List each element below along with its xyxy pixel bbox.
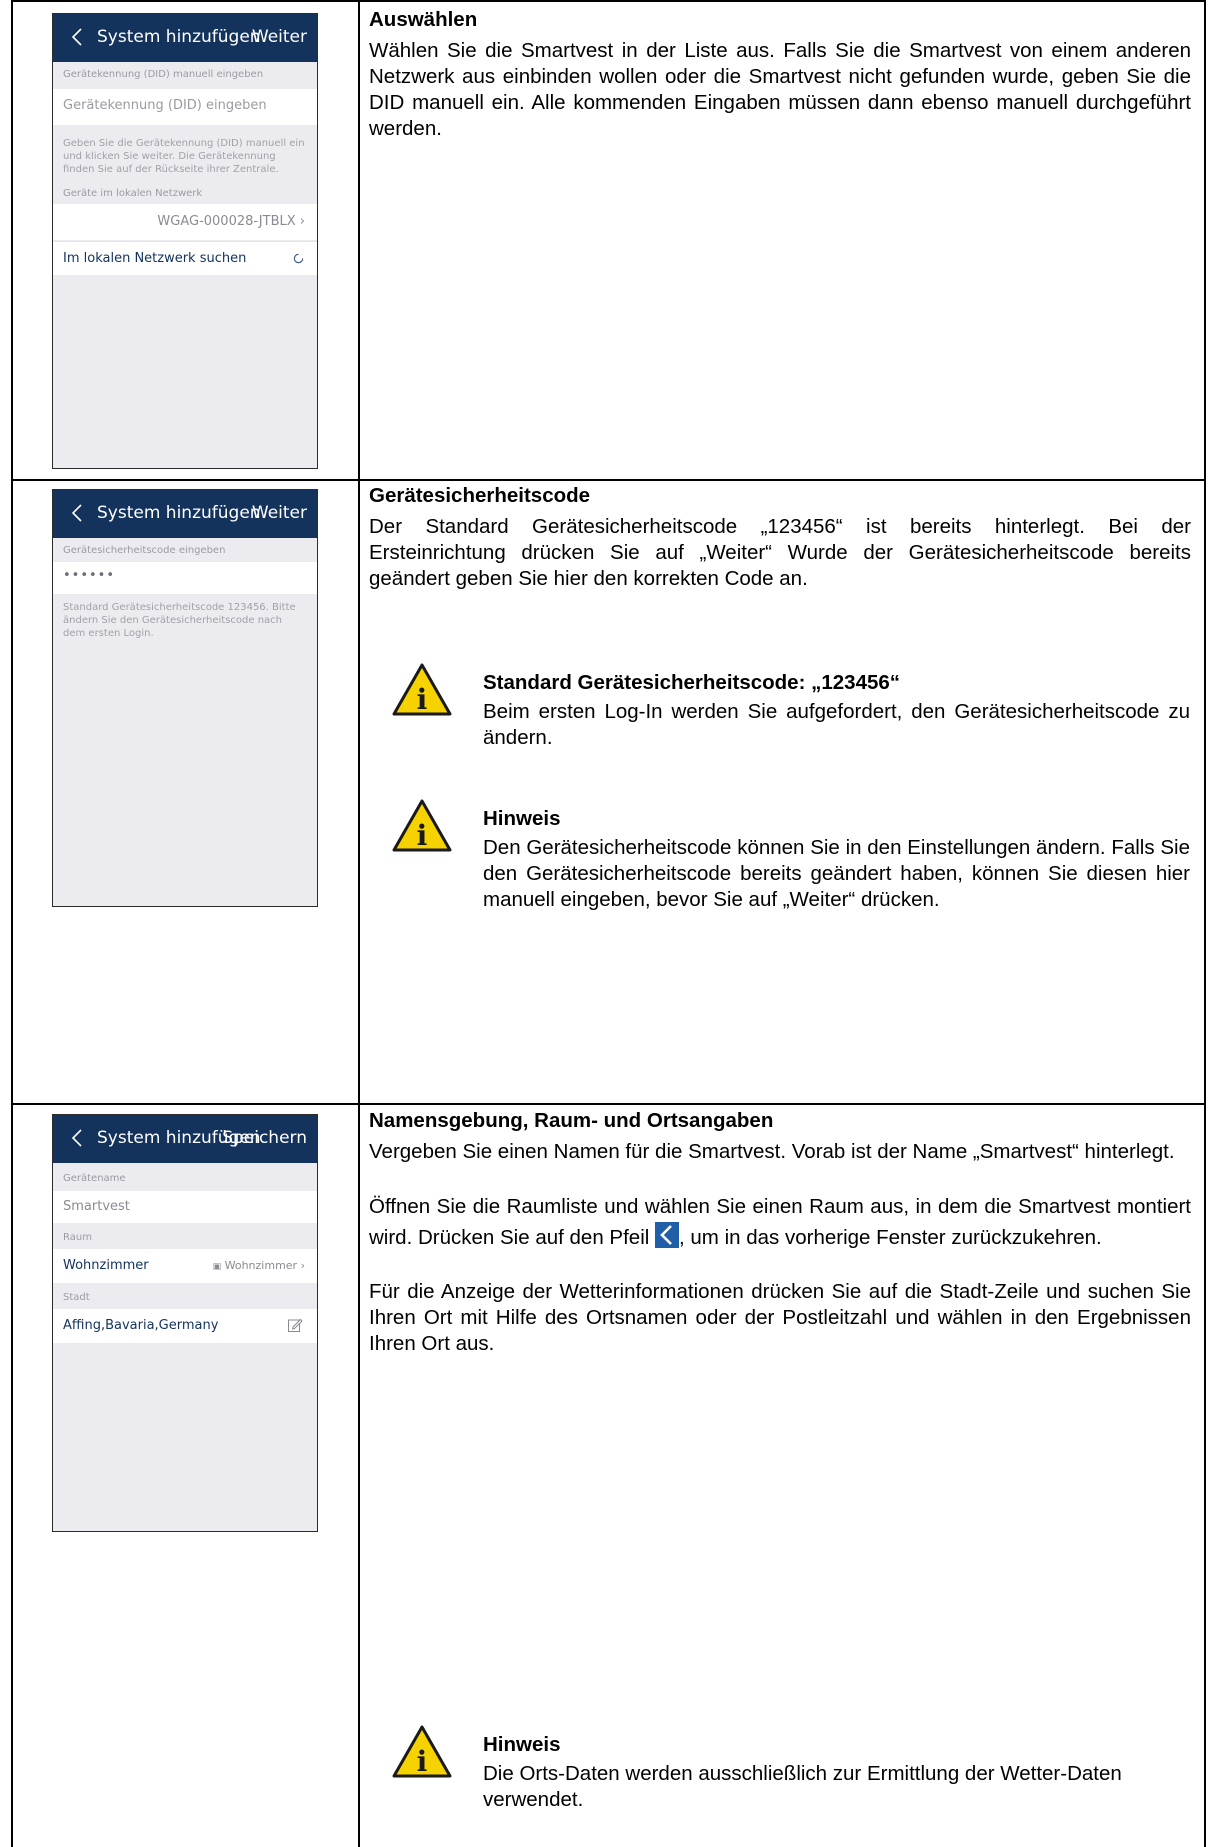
security-code-input[interactable]: •••••• <box>53 562 317 594</box>
phone-screenshot-device-select: System hinzufügen Weiter Gerätekennung (… <box>52 13 318 469</box>
city-row[interactable]: Affing,Bavaria,Germany <box>53 1309 317 1343</box>
did-input-placeholder: Gerätekennung (DID) eingeben <box>63 98 267 113</box>
table-border-middle <box>358 0 360 1847</box>
section-namensgebung: Namensgebung, Raum- und Ortsangaben Verg… <box>369 1108 1191 1357</box>
section-paragraph: Der Standard Gerätesicherheitscode „1234… <box>369 515 1191 590</box>
local-search-label: Im lokalen Netzwerk suchen <box>63 251 247 266</box>
chevron-left-icon[interactable] <box>67 499 89 527</box>
svg-text:i: i <box>417 683 428 716</box>
svg-text:i: i <box>417 819 428 852</box>
section-label: Geräte im lokalen Netzwerk <box>63 188 203 199</box>
section-heading: Gerätesicherheitscode <box>369 484 591 507</box>
section-paragraph: Öffnen Sie die Raumliste und wählen Sie … <box>369 1195 1191 1249</box>
chevron-left-icon[interactable] <box>67 1124 89 1152</box>
table-border-top <box>11 0 1206 2</box>
nav-bar: System hinzufügen Weiter <box>53 14 317 62</box>
section-paragraph: Für die Anzeige der Wetterinformationen … <box>369 1280 1191 1355</box>
edit-icon[interactable] <box>287 1317 303 1333</box>
section-paragraph: Vergeben Sie einen Namen für die Smartve… <box>369 1140 1175 1163</box>
room-select-row[interactable]: Wohnzimmer ▣ Wohnzimmer › <box>53 1249 317 1283</box>
next-button[interactable]: Weiter <box>252 503 307 523</box>
section-paragraph: Wählen Sie die Smartvest in der Liste au… <box>369 39 1191 140</box>
note-hinweis: Hinweis Die Orts-Daten werden ausschließ… <box>483 1732 1190 1813</box>
svg-text:i: i <box>417 1745 428 1778</box>
phone-screenshot-name-room-city: System hinzufügen Speichern Gerätename S… <box>52 1114 318 1532</box>
section-label: Gerätename <box>63 1173 126 1184</box>
room-label: Wohnzimmer <box>63 1258 149 1273</box>
city-value: Affing,Bavaria,Germany <box>63 1318 219 1333</box>
nav-bar: System hinzufügen Speichern <box>53 1115 317 1163</box>
section-label: Gerätekennung (DID) manuell eingeben <box>63 69 264 80</box>
section-label: Raum <box>63 1232 92 1243</box>
section-label: Gerätesicherheitscode eingeben <box>63 545 226 556</box>
table-border-left <box>11 0 13 1847</box>
table-row-divider <box>11 1103 1206 1105</box>
note-title: Hinweis <box>483 807 561 830</box>
nav-title: System hinzufügen <box>97 27 261 47</box>
phone-screenshot-security-code: System hinzufügen Weiter Gerätesicherhei… <box>52 489 318 907</box>
section-heading: Namensgebung, Raum- und Ortsangaben <box>369 1109 774 1132</box>
security-code-value: •••••• <box>63 568 116 583</box>
nav-title: System hinzufügen <box>97 503 261 523</box>
back-arrow-icon <box>655 1222 680 1248</box>
table-row-divider <box>11 479 1206 481</box>
next-button[interactable]: Weiter <box>252 27 307 47</box>
did-input[interactable]: Gerätekennung (DID) eingeben <box>53 89 317 125</box>
device-list-item[interactable]: WGAG-000028-JTBLX › <box>53 204 317 240</box>
local-search-row[interactable]: Im lokalen Netzwerk suchen <box>53 241 317 275</box>
section-heading: Auswählen <box>369 8 478 31</box>
section-geraetesicherheitscode: Gerätesicherheitscode Der Standard Gerät… <box>369 483 1191 592</box>
note-title: Standard Gerätesicherheitscode: „123456“ <box>483 671 901 694</box>
section-label: Stadt <box>63 1292 90 1303</box>
note-hinweis: Hinweis Den Gerätesicherheitscode können… <box>483 806 1190 913</box>
save-button[interactable]: Speichern <box>222 1128 307 1148</box>
section-auswaehlen: Auswählen Wählen Sie die Smartvest in de… <box>369 7 1191 142</box>
info-warning-icon: i <box>392 799 452 852</box>
device-name-value: Smartvest <box>63 1199 130 1214</box>
table-border-right <box>1204 0 1206 1847</box>
room-icon: ▣ <box>212 1262 222 1272</box>
info-warning-icon: i <box>392 663 452 716</box>
note-body: Den Gerätesicherheitscode können Sie in … <box>483 836 1190 911</box>
room-value: ▣ Wohnzimmer › <box>212 1259 305 1272</box>
did-hint: Geben Sie die Gerätekennung (DID) manuel… <box>63 138 305 175</box>
note-title: Hinweis <box>483 1733 561 1756</box>
note-body: Beim ersten Log-In werden Sie aufgeforde… <box>483 700 1190 749</box>
refresh-icon[interactable] <box>292 252 305 265</box>
note-body: Die Orts-Daten werden ausschließlich zur… <box>483 1762 1122 1811</box>
chevron-left-icon[interactable] <box>67 23 89 51</box>
note-default-code: Standard Gerätesicherheitscode: „123456“… <box>483 670 1190 751</box>
device-name-input[interactable]: Smartvest <box>53 1191 317 1223</box>
security-code-hint: Standard Gerätesicherheitscode 123456. B… <box>63 602 296 639</box>
device-id: WGAG-000028-JTBLX › <box>157 214 305 229</box>
nav-bar: System hinzufügen Weiter <box>53 490 317 538</box>
info-warning-icon: i <box>392 1725 452 1778</box>
